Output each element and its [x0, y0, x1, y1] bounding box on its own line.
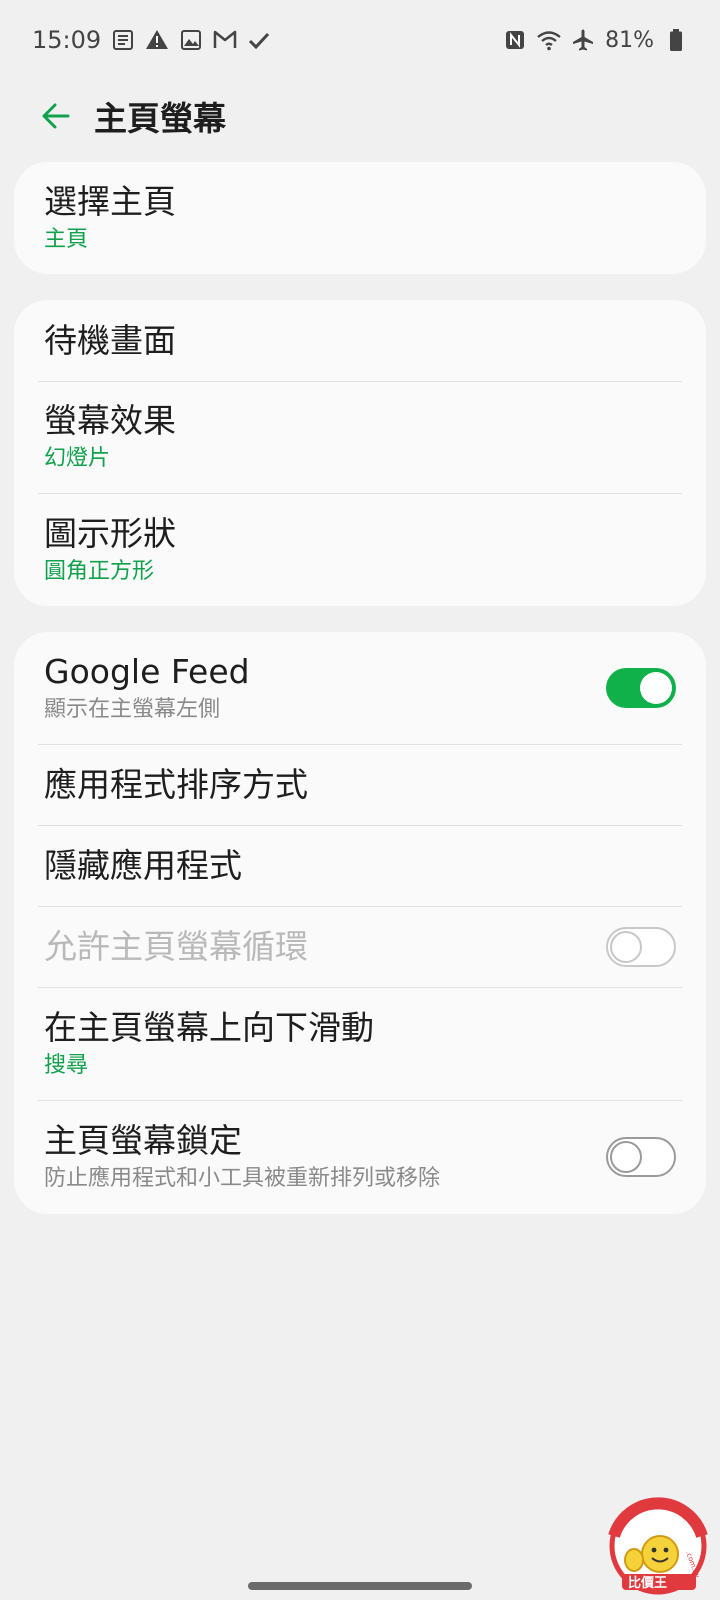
row-title: 主頁螢幕鎖定 — [44, 1121, 242, 1160]
row-title: 在主頁螢幕上向下滑動 — [44, 1007, 374, 1047]
svg-text:比價王: 比價王 — [628, 1575, 667, 1591]
eprice-watermark-logo: ePrice .com.tw 比價王 — [608, 1494, 712, 1598]
settings-screen: 15:09 81% 主頁螢幕 選擇主頁 主頁 待機畫面 螢幕效果 幻燈片 圖示形… — [0, 0, 720, 1600]
row-title: 螢幕效果 — [44, 401, 176, 440]
back-arrow-icon — [42, 103, 70, 129]
row-value: 搜尋 — [44, 1052, 89, 1078]
row-wallpaper[interactable]: 待機畫面 — [14, 300, 706, 381]
row-title: Google Feed — [44, 652, 250, 691]
row-description: 防止應用程式和小工具被重新排列或移除 — [44, 1166, 441, 1191]
status-time: 15:09 — [32, 26, 102, 54]
toggle-knob — [610, 930, 642, 963]
row-hide-apps[interactable]: 隱藏應用程式 — [14, 825, 706, 906]
row-value: 圓角正方形 — [44, 558, 155, 584]
toggle-knob — [610, 1141, 642, 1173]
app-bar: 主頁螢幕 — [0, 80, 720, 152]
status-right: 81% — [493, 28, 688, 53]
wifi-icon — [537, 28, 561, 52]
row-home-loop[interactable]: 允許主頁螢幕循環 — [14, 906, 706, 987]
row-title: 隱藏應用程式 — [44, 845, 242, 885]
back-button[interactable] — [20, 80, 92, 152]
gmail-icon — [213, 28, 237, 52]
row-description: 顯示在主螢幕左側 — [44, 697, 221, 722]
warning-icon — [145, 28, 169, 52]
status-left: 15:09 — [32, 26, 281, 54]
google-feed-toggle[interactable] — [606, 668, 676, 708]
row-value: 幻燈片 — [44, 446, 111, 471]
behavior-card: Google Feed 顯示在主螢幕左側 應用程式排序方式 隱藏應用程式 允許主… — [14, 632, 706, 1214]
row-choose-home[interactable]: 選擇主頁 主頁 — [14, 162, 706, 274]
home-select-card: 選擇主頁 主頁 — [14, 162, 706, 274]
notes-icon — [111, 28, 135, 52]
row-icon-shape[interactable]: 圖示形狀 圓角正方形 — [14, 493, 706, 606]
row-title: 選擇主頁 — [44, 182, 176, 221]
row-title: 應用程式排序方式 — [44, 764, 308, 804]
home-lock-toggle[interactable] — [606, 1137, 676, 1177]
airplane-icon — [571, 28, 595, 52]
nfc-icon — [503, 28, 527, 52]
row-google-feed[interactable]: Google Feed 顯示在主螢幕左側 — [14, 632, 706, 744]
appearance-card: 待機畫面 螢幕效果 幻燈片 圖示形狀 圓角正方形 — [14, 300, 706, 606]
row-title: 允許主頁螢幕循環 — [44, 926, 308, 966]
home-loop-toggle[interactable] — [606, 926, 676, 967]
eprice-logo-icon: ePrice .com.tw 比價王 — [608, 1497, 708, 1595]
row-swipe-down[interactable]: 在主頁螢幕上向下滑動 搜尋 — [14, 987, 706, 1100]
status-bar: 15:09 81% — [0, 0, 720, 80]
battery-icon — [664, 28, 688, 52]
gesture-nav-handle[interactable] — [248, 1582, 472, 1590]
row-screen-effect[interactable]: 螢幕效果 幻燈片 — [14, 381, 706, 493]
row-value: 主頁 — [44, 227, 89, 252]
check-icon — [247, 28, 271, 52]
page-title: 主頁螢幕 — [94, 99, 226, 138]
row-home-lock[interactable]: 主頁螢幕鎖定 防止應用程式和小工具被重新排列或移除 — [14, 1100, 706, 1214]
row-title: 待機畫面 — [44, 320, 176, 360]
gallery-icon — [179, 28, 203, 52]
battery-percent: 81% — [605, 27, 654, 53]
row-app-sort[interactable]: 應用程式排序方式 — [14, 744, 706, 825]
toggle-knob — [640, 672, 672, 704]
row-title: 圖示形狀 — [44, 513, 176, 553]
